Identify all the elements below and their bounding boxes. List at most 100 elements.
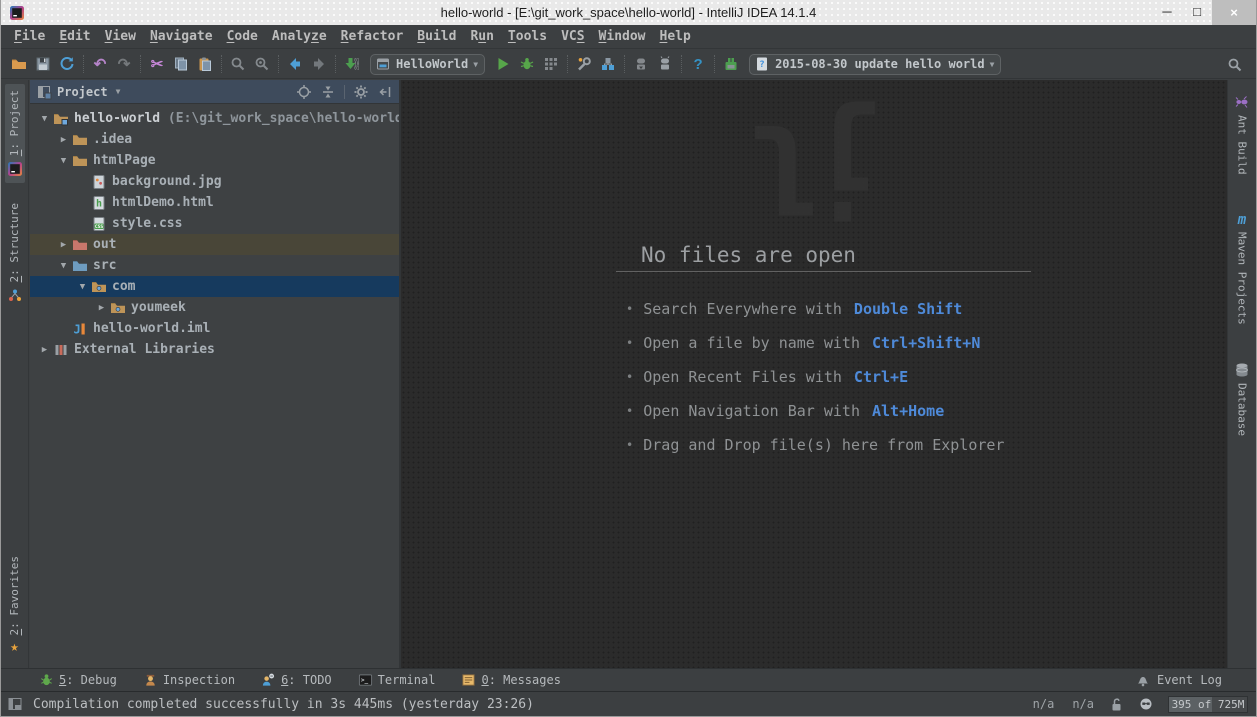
tree-expanded-icon[interactable]: ▼ (55, 156, 72, 166)
tree-item-com[interactable]: ▼com (30, 276, 399, 297)
menu-view[interactable]: View (98, 27, 143, 46)
project-structure-icon[interactable] (596, 52, 620, 76)
svg-text:CSS: CSS (95, 223, 104, 229)
tool-stripe-tab-1project[interactable]: 1: Project (5, 84, 25, 183)
toolwindow-tab-5debug[interactable]: 5: Debug (39, 673, 117, 688)
tree-collapsed-icon[interactable]: ▶ (93, 303, 110, 313)
gear-icon[interactable] (353, 84, 369, 100)
copy-icon[interactable] (169, 52, 193, 76)
sync-icon[interactable] (55, 52, 79, 76)
todo-icon (261, 673, 276, 688)
toolbar-separator (567, 55, 568, 73)
tool-window-bar: 5: Debug Inspection 6: TODO >_Terminal 0: Me… (1, 668, 1256, 691)
collapse-all-icon[interactable] (320, 84, 336, 100)
intellij-logo-icon (7, 161, 23, 177)
locate-icon[interactable] (296, 84, 312, 100)
settings-icon[interactable] (572, 52, 596, 76)
project-panel-header[interactable]: Project ▼ (30, 80, 399, 104)
tree-expanded-icon[interactable]: ▼ (55, 261, 72, 271)
tree-expanded-icon[interactable]: ▼ (36, 114, 53, 124)
menu-analyze[interactable]: Analyze (265, 27, 334, 46)
tree-collapsed-icon[interactable]: ▶ (55, 135, 72, 145)
redo-icon[interactable]: ↷ (112, 52, 136, 76)
menu-file[interactable]: File (7, 27, 52, 46)
tool-stripe-tab-mavenprojects[interactable]: mMaven Projects (1234, 207, 1251, 331)
tool-stripe-tab-database[interactable]: Database (1232, 356, 1252, 442)
vcs-message-combo[interactable]: ?2015-08-30 update hello world▼ (749, 54, 1001, 75)
menu-run[interactable]: Run (463, 27, 500, 46)
tree-collapsed-icon[interactable]: ▶ (55, 240, 72, 250)
tree-item-style.css[interactable]: CSSstyle.css (30, 213, 399, 234)
tree-item-htmlDemo.html[interactable]: hhtmlDemo.html (30, 192, 399, 213)
tree-item-youmeek[interactable]: ▶youmeek (30, 297, 399, 318)
toolwindow-tab-6todo[interactable]: 6: TODO (261, 673, 332, 688)
tip-text: Open Recent Files with (643, 368, 842, 386)
menu-navigate[interactable]: Navigate (143, 27, 220, 46)
menu-help[interactable]: Help (653, 27, 698, 46)
undo-icon[interactable]: ↶ (88, 52, 112, 76)
toolwindow-tab-terminal[interactable]: >_Terminal (358, 673, 436, 688)
memory-indicator[interactable]: 395 of 725M (1168, 696, 1248, 713)
run-config-combo[interactable]: HelloWorld▼ (370, 54, 485, 75)
help-icon[interactable]: ? (686, 52, 710, 76)
tree-expanded-icon[interactable]: ▼ (74, 282, 91, 292)
tip-text: Open Navigation Bar with (643, 402, 860, 420)
open-folder-icon[interactable] (7, 52, 31, 76)
toolwindow-tab-inspection[interactable]: Inspection (143, 673, 235, 688)
app-icon (375, 56, 391, 72)
tip-shortcut: Alt+Home (872, 402, 944, 420)
tree-item-label: htmlPage (93, 153, 156, 168)
menu-tools[interactable]: Tools (501, 27, 554, 46)
tree-item-hello-world[interactable]: ▼hello-world (E:\git_work_space\hello-wo… (30, 108, 399, 129)
back-icon[interactable] (283, 52, 307, 76)
chevron-down-icon[interactable]: ▼ (116, 87, 121, 96)
forward-icon[interactable] (307, 52, 331, 76)
menu-code[interactable]: Code (220, 27, 265, 46)
save-all-icon[interactable] (31, 52, 55, 76)
run-icon[interactable] (491, 52, 515, 76)
tool-stripe-tab-2favorites[interactable]: 2: Favorites★ (6, 550, 23, 660)
menu-build[interactable]: Build (410, 27, 463, 46)
event-log-button[interactable]: Event Log (1135, 672, 1222, 688)
replace-icon[interactable] (250, 52, 274, 76)
tree-item-label: htmlDemo.html (112, 195, 214, 210)
toolwindow-toggle-icon[interactable] (7, 696, 23, 712)
plugin-icon[interactable] (719, 52, 743, 76)
tree-collapsed-icon[interactable]: ▶ (36, 345, 53, 355)
menu-window[interactable]: Window (592, 27, 653, 46)
status-indicator[interactable]: n/a (1072, 697, 1094, 711)
changelist-icon: ? (754, 56, 770, 72)
database-icon (1234, 362, 1250, 378)
chevron-down-icon: ▼ (473, 60, 478, 69)
debug-icon[interactable] (515, 52, 539, 76)
menu-edit[interactable]: Edit (52, 27, 97, 46)
left-tool-stripe: 1: Project 2: Structure 2: Favorites★ (1, 80, 29, 668)
tool-stripe-tab-antbuild[interactable]: Ant Build (1232, 88, 1252, 181)
tree-item-src[interactable]: ▼src (30, 255, 399, 276)
paste-icon[interactable] (193, 52, 217, 76)
tree-item-background.jpg[interactable]: background.jpg (30, 171, 399, 192)
maximize-button[interactable]: □ (1182, 0, 1212, 22)
tree-item-.idea[interactable]: ▶.idea (30, 129, 399, 150)
android-device-icon[interactable] (653, 52, 677, 76)
coverage-icon[interactable] (539, 52, 563, 76)
tool-stripe-tab-2structure[interactable]: 2: Structure (5, 197, 25, 309)
tree-item-hello-world.iml[interactable]: Jhello-world.iml (30, 318, 399, 339)
status-indicator[interactable]: n/a (1033, 697, 1055, 711)
hector-icon[interactable] (1138, 696, 1154, 712)
tree-item-out[interactable]: ▶out (30, 234, 399, 255)
tree-item-ExternalLibraries[interactable]: ▶External Libraries (30, 339, 399, 360)
minimize-button[interactable]: ─ (1152, 0, 1182, 22)
menu-vcs[interactable]: VCS (554, 27, 591, 46)
unlock-icon[interactable] (1108, 696, 1124, 712)
toolwindow-tab-0messages[interactable]: 0: Messages (461, 673, 560, 688)
cut-icon[interactable]: ✂ (145, 52, 169, 76)
find-icon[interactable] (226, 52, 250, 76)
tree-item-htmlPage[interactable]: ▼ htmlPage (30, 150, 399, 171)
close-button[interactable]: × (1212, 0, 1256, 25)
search-everywhere-icon[interactable] (1223, 53, 1247, 77)
android-sdk-icon[interactable] (629, 52, 653, 76)
update-project-icon[interactable]: 011001 (340, 52, 364, 76)
menu-refactor[interactable]: Refactor (334, 27, 411, 46)
hide-icon[interactable] (377, 84, 393, 100)
